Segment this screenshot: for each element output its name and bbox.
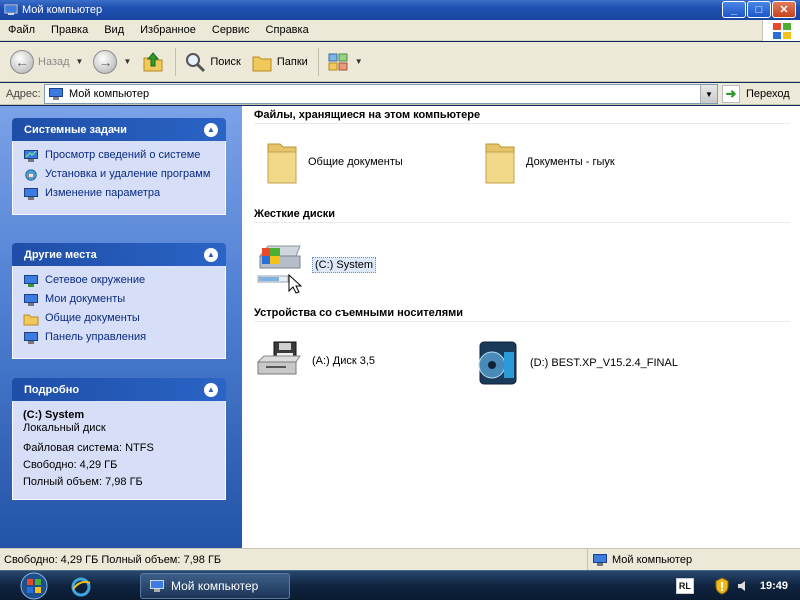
menu-bar: Файл Правка Вид Избранное Сервис Справка: [0, 20, 800, 41]
other-places-panel: Другие места ▲ Сетевое окружение Мои док…: [12, 243, 226, 359]
windows-logo-icon: [20, 572, 48, 600]
status-location: Мой компьютер: [588, 553, 692, 567]
my-computer-icon: [4, 4, 18, 15]
menu-file[interactable]: Файл: [0, 24, 43, 36]
status-free-space: Свободно: 4,29 ГБ Полный объем: 7,98 ГБ: [0, 548, 588, 571]
collapse-icon[interactable]: ▲: [204, 382, 218, 397]
go-arrow-icon: ➜: [722, 85, 740, 103]
windows-logo-icon: [762, 20, 800, 41]
forward-arrow-icon: →: [93, 49, 118, 74]
address-input[interactable]: Мой компьютер ▼: [44, 84, 718, 104]
start-button[interactable]: [16, 571, 52, 600]
internet-explorer-icon[interactable]: [70, 576, 92, 598]
control-panel-icon: [24, 332, 38, 344]
detail-free-space: Свободно: 4,29 ГБ: [23, 459, 118, 471]
collapse-icon[interactable]: ▲: [204, 247, 218, 262]
search-button[interactable]: Поиск: [180, 45, 244, 79]
folder-shared-documents[interactable]: Общие документы: [264, 138, 403, 186]
detail-total-size: Полный объем: 7,98 ГБ: [23, 476, 143, 488]
address-bar: Адрес: Мой компьютер ▼ ➜ Переход: [0, 83, 800, 105]
security-shield-icon[interactable]: [714, 577, 730, 595]
place-my-documents[interactable]: Мои документы: [23, 293, 217, 307]
folder-icon: [267, 143, 297, 184]
back-arrow-icon: ←: [10, 49, 34, 74]
group-header-removable: Устройства со съемными носителями: [254, 307, 790, 322]
my-computer-icon: [593, 553, 607, 566]
address-label: Адрес:: [6, 87, 41, 100]
drive-c-system[interactable]: (C:) System: [256, 242, 377, 288]
detail-type: Локальный диск: [23, 422, 106, 434]
mouse-cursor-icon: [288, 274, 302, 294]
cd-drive-icon: [478, 341, 517, 385]
address-dropdown-button[interactable]: ▼: [700, 85, 717, 103]
detail-filesystem: Файловая система: NTFS: [23, 442, 154, 454]
folder-user-documents[interactable]: Документы - гыук: [482, 138, 615, 186]
system-info-icon: [24, 150, 38, 162]
group-header-hard-disks: Жесткие диски: [254, 208, 790, 223]
my-documents-icon: [24, 294, 38, 306]
task-pane: Системные задачи ▲ Просмотр сведений о с…: [0, 106, 242, 548]
folders-button[interactable]: Папки: [247, 45, 312, 79]
chevron-down-icon[interactable]: ▼: [355, 57, 363, 66]
drive-d-cd[interactable]: (D:) BEST.XP_V15.2.4_FINAL: [474, 338, 678, 388]
place-control-panel[interactable]: Панель управления: [23, 331, 217, 345]
clock[interactable]: 19:49: [760, 580, 788, 592]
toolbar-separator: [317, 47, 319, 76]
views-button[interactable]: ▼: [323, 45, 367, 79]
detail-name: (C:) System: [23, 409, 85, 421]
toolbar-separator: [175, 47, 177, 76]
add-remove-programs-icon: [25, 169, 37, 181]
control-panel-icon: [24, 188, 38, 200]
toolbar: ← Назад ▼ → ▼ Поиск Папки ▼: [0, 42, 800, 82]
go-button[interactable]: ➜ Переход: [722, 85, 790, 103]
chevron-down-icon[interactable]: ▼: [123, 57, 131, 66]
group-header-files: Файлы, хранящиеся на этом компьютере: [254, 109, 790, 124]
back-button[interactable]: ← Назад ▼: [6, 45, 87, 79]
network-icon: [24, 275, 38, 287]
task-system-info[interactable]: Просмотр сведений о системе: [23, 149, 217, 163]
system-tray: RL 19:49: [675, 571, 800, 600]
views-icon: [328, 53, 348, 70]
details-header[interactable]: Подробно ▲: [12, 378, 226, 401]
window-title: Мой компьютер: [22, 4, 103, 16]
minimize-button[interactable]: _: [722, 1, 746, 18]
folders-icon: [252, 56, 272, 71]
folder-icon: [23, 314, 39, 326]
chevron-down-icon[interactable]: ▼: [76, 57, 84, 66]
forward-button[interactable]: → ▼: [89, 45, 135, 79]
taskbar-window-my-computer[interactable]: Мой компьютер: [140, 573, 290, 599]
collapse-icon[interactable]: ▲: [204, 122, 218, 137]
my-computer-icon: [150, 580, 164, 592]
task-add-remove-programs[interactable]: Установка и удаление программ: [23, 168, 217, 182]
details-panel: Подробно ▲ (C:) System Локальный диск Фа…: [12, 378, 226, 500]
close-button[interactable]: ✕: [772, 1, 796, 18]
up-folder-button[interactable]: [137, 45, 169, 79]
search-icon: [186, 52, 206, 72]
menu-tools[interactable]: Сервис: [204, 24, 258, 36]
menu-help[interactable]: Справка: [258, 24, 317, 36]
other-places-header[interactable]: Другие места ▲: [12, 243, 226, 266]
task-change-setting[interactable]: Изменение параметра: [23, 187, 217, 201]
place-shared-documents[interactable]: Общие документы: [23, 312, 217, 326]
system-tasks-header[interactable]: Системные задачи ▲: [12, 118, 226, 141]
system-tasks-panel: Системные задачи ▲ Просмотр сведений о с…: [12, 118, 226, 215]
content-area: Файлы, хранящиеся на этом компьютере Общ…: [242, 106, 800, 548]
maximize-button[interactable]: □: [747, 1, 771, 18]
status-bar: Свободно: 4,29 ГБ Полный объем: 7,98 ГБ …: [0, 548, 800, 571]
up-folder-icon: [143, 51, 163, 71]
drive-a-floppy[interactable]: (A:) Диск 3,5: [256, 338, 375, 384]
language-indicator[interactable]: RL: [675, 578, 694, 594]
floppy-drive-icon: [256, 341, 301, 375]
place-network[interactable]: Сетевое окружение: [23, 274, 217, 288]
folder-icon: [485, 143, 515, 184]
volume-icon[interactable]: [736, 579, 750, 593]
menu-edit[interactable]: Правка: [43, 24, 96, 36]
taskbar: Мой компьютер RL 19:49: [0, 570, 800, 600]
title-bar[interactable]: Мой компьютер _ □ ✕: [0, 0, 800, 20]
menu-view[interactable]: Вид: [96, 24, 132, 36]
my-computer-icon: [49, 88, 63, 100]
menu-favorites[interactable]: Избранное: [132, 24, 204, 36]
